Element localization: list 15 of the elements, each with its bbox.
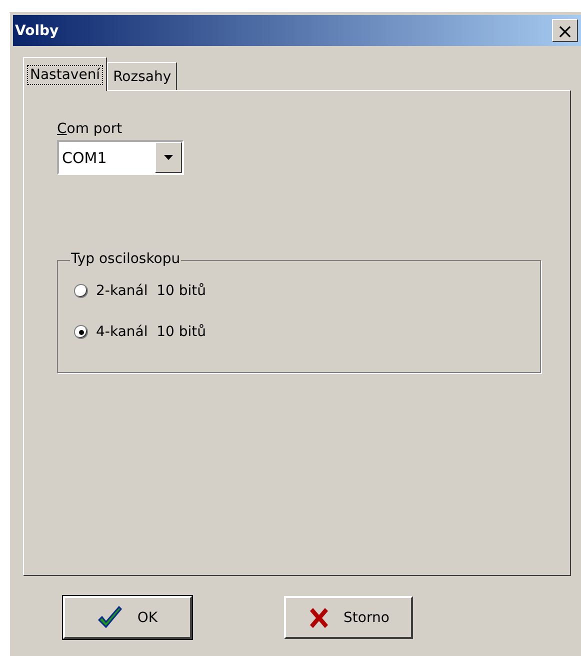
radio-button[interactable] [74,325,88,339]
option-label: 4-kanál 10 bitů [96,324,206,340]
com-port-dropdown[interactable]: COM1 [57,140,184,175]
tab[interactable]: Rozsahy [107,62,178,90]
window-title: Volby [15,22,59,38]
tab[interactable]: Nastavení [23,57,108,91]
ok-button[interactable]: OK [63,596,192,639]
cancel-button[interactable]: Storno [284,596,413,639]
radio-button[interactable] [74,284,88,298]
group-title: Typ osciloskopu [70,251,182,267]
cross-icon [308,606,330,628]
com-port-label: Com port [57,121,124,137]
option-label: 2-kanál 10 bitů [96,283,206,299]
check-icon [97,606,124,630]
close-button[interactable]: × [552,19,578,42]
